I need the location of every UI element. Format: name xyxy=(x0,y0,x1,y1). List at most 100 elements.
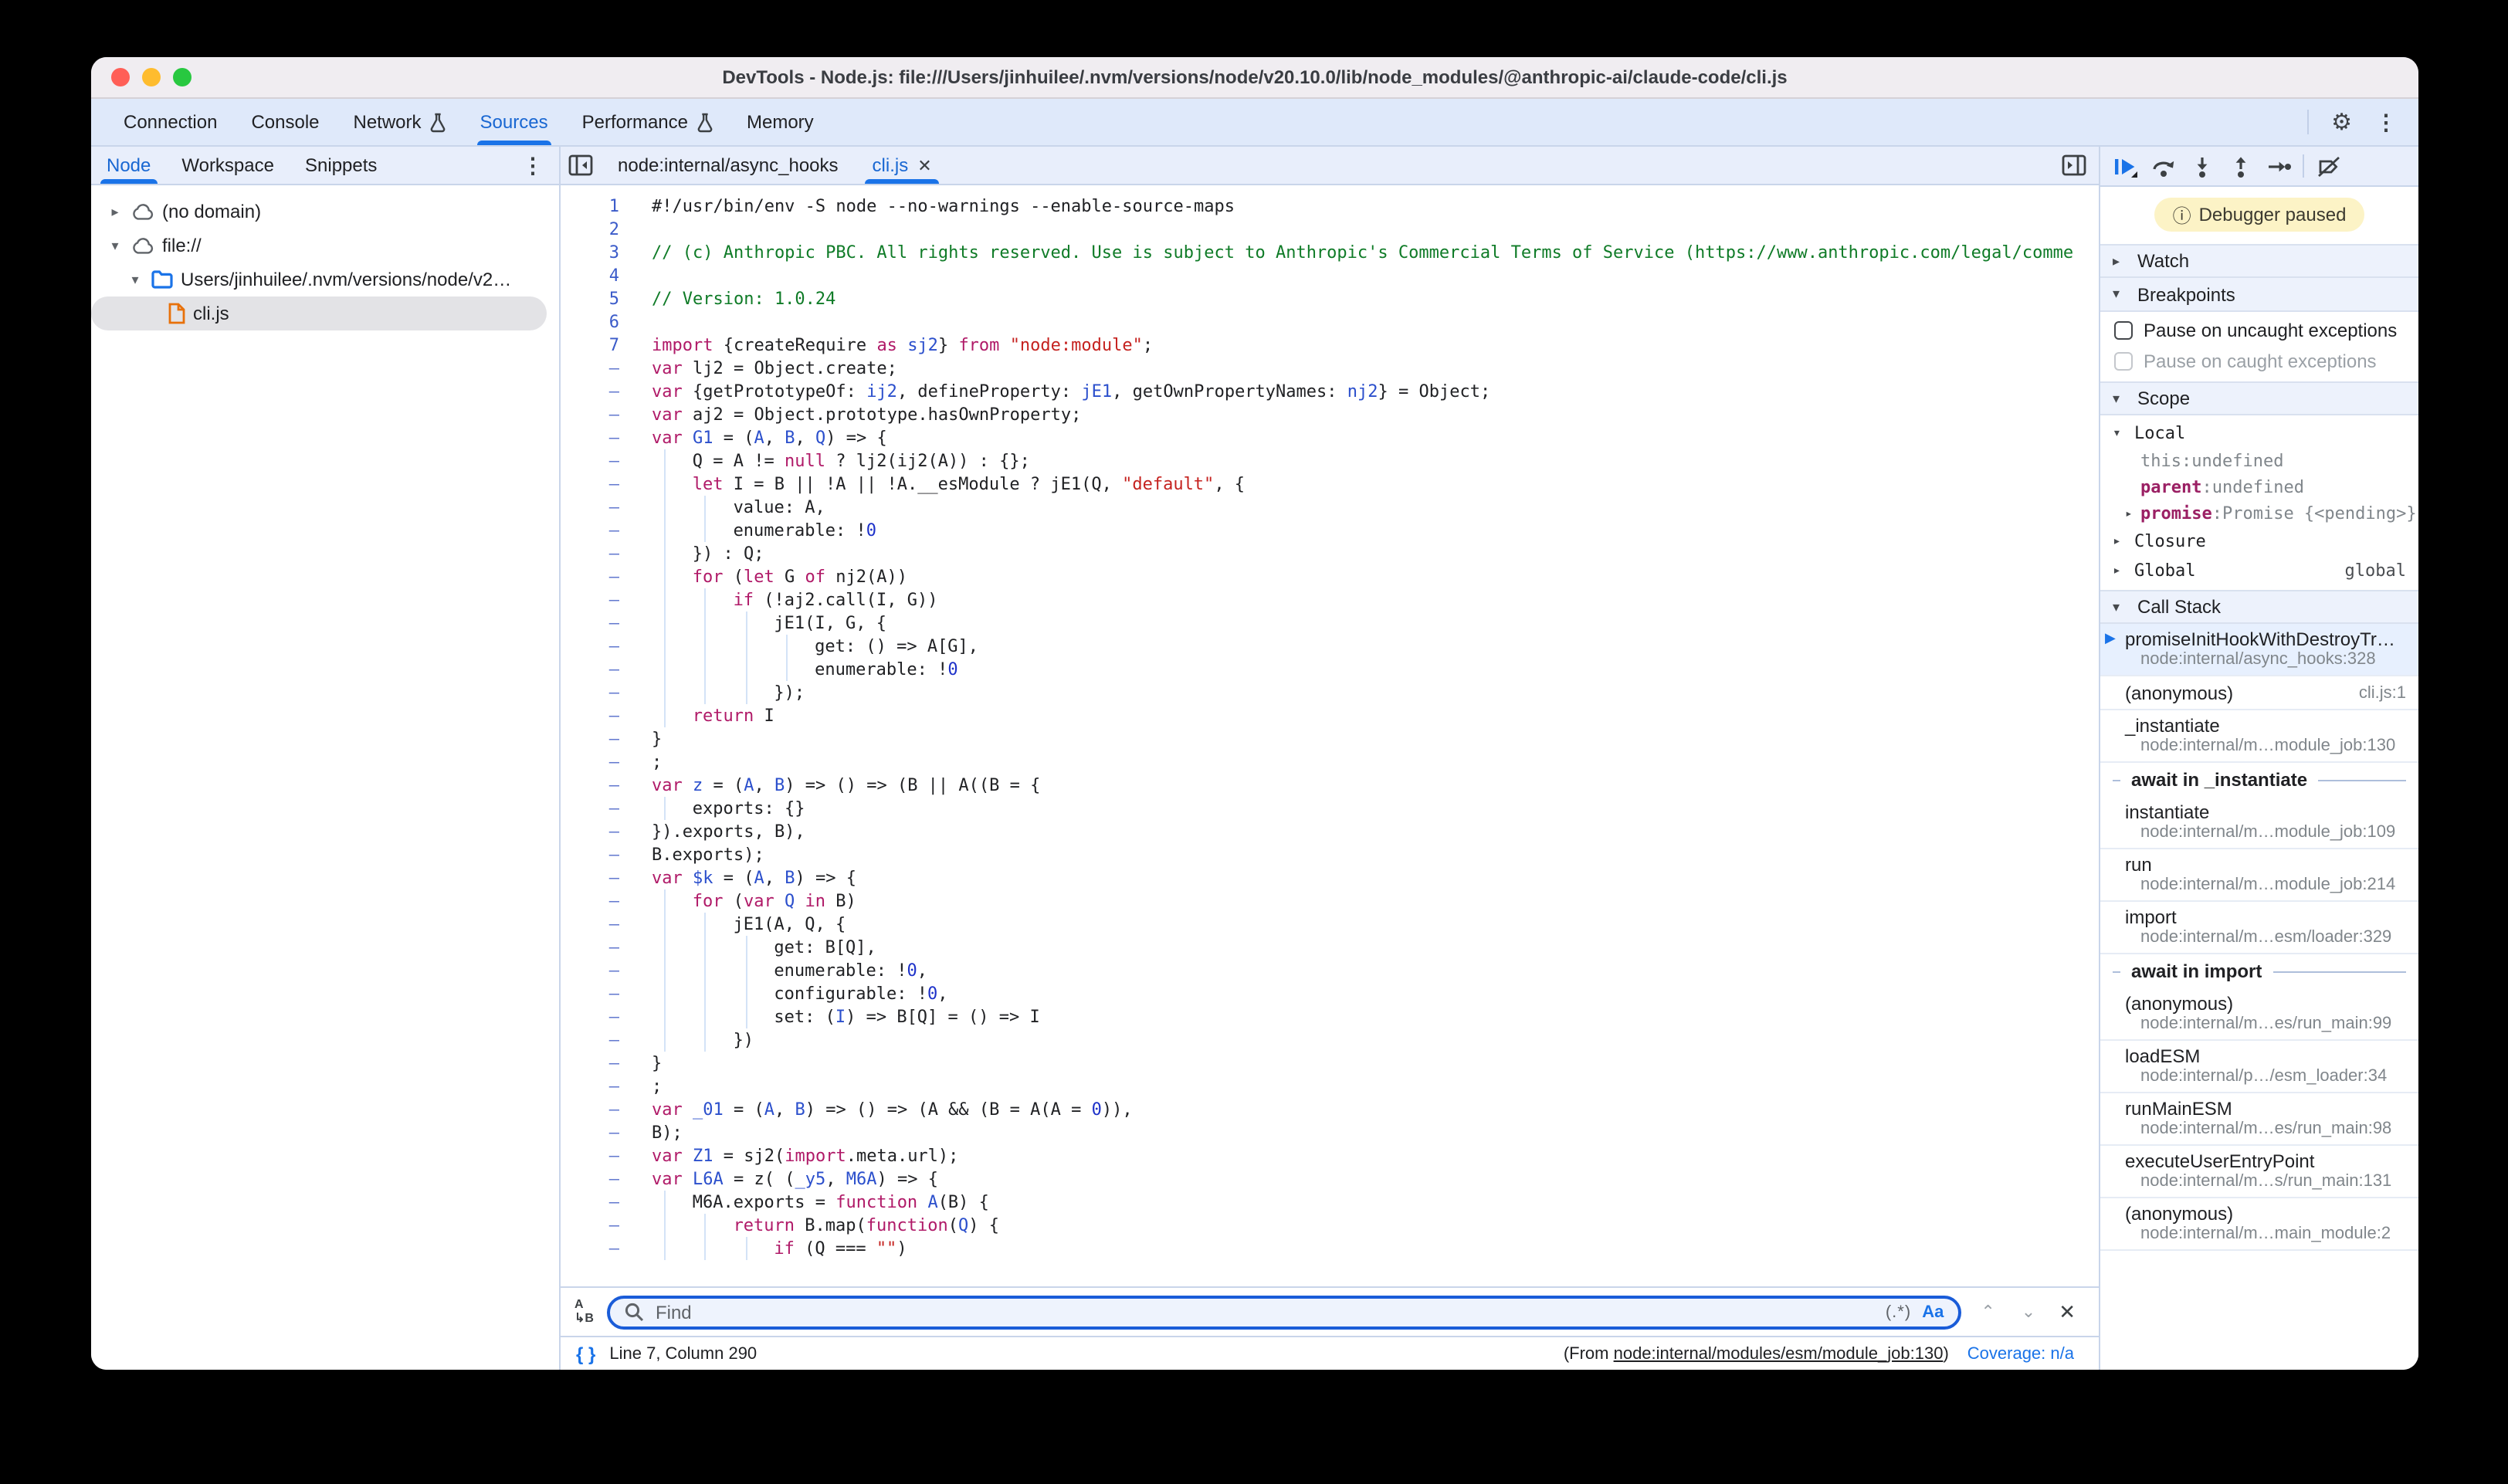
line-number[interactable]: – xyxy=(561,843,619,866)
line-number[interactable]: – xyxy=(561,565,619,588)
section-breakpoints[interactable]: ▾ Breakpoints xyxy=(2100,278,2418,312)
line-number[interactable]: – xyxy=(561,403,619,426)
chevron-right-icon[interactable]: ▸ xyxy=(107,203,124,220)
line-number[interactable]: 6 xyxy=(561,310,619,334)
coverage-link[interactable]: Coverage: n/a xyxy=(1967,1344,2074,1363)
line-number[interactable]: – xyxy=(561,1028,619,1052)
sidebar-tab-node[interactable]: Node xyxy=(91,147,166,184)
call-stack-frame[interactable]: _instantiatenode:internal/m…module_job:1… xyxy=(2100,710,2418,763)
section-watch[interactable]: ▸ Watch xyxy=(2100,244,2418,278)
find-previous-button[interactable]: ⌃ xyxy=(1974,1302,2001,1322)
call-stack-frame[interactable]: ▶promiseInitHookWithDestroyTr…node:inter… xyxy=(2100,624,2418,676)
line-number[interactable]: – xyxy=(561,612,619,635)
line-number[interactable]: – xyxy=(561,1214,619,1237)
collapse-sidebar-icon[interactable] xyxy=(561,154,601,176)
call-stack-frame[interactable]: executeUserEntryPointnode:internal/m…s/r… xyxy=(2100,1146,2418,1198)
pretty-print-toggle[interactable]: { } xyxy=(576,1343,595,1364)
tree-item--no-domain-[interactable]: ▸(no domain) xyxy=(91,195,559,229)
call-stack-frame[interactable]: loadESMnode:internal/p…/esm_loader:34 xyxy=(2100,1041,2418,1093)
chevron-down-icon[interactable]: ▾ xyxy=(107,237,124,254)
line-number[interactable]: – xyxy=(561,820,619,843)
line-number[interactable]: – xyxy=(561,1098,619,1121)
zoom-window-button[interactable] xyxy=(173,68,191,86)
chevron-right-icon[interactable]: ▸ xyxy=(2125,507,2140,520)
line-number[interactable]: 4 xyxy=(561,264,619,287)
line-number[interactable]: – xyxy=(561,542,619,565)
line-number[interactable]: – xyxy=(561,774,619,797)
line-number[interactable]: – xyxy=(561,1075,619,1098)
tab-console[interactable]: Console xyxy=(234,99,336,145)
line-number[interactable]: – xyxy=(561,750,619,774)
line-number[interactable]: 1 xyxy=(561,195,619,218)
line-number[interactable]: – xyxy=(561,704,619,727)
tab-performance[interactable]: Performance xyxy=(565,99,730,145)
close-tab-icon[interactable]: ✕ xyxy=(917,155,931,175)
sidebar-tab-workspace[interactable]: Workspace xyxy=(166,147,290,184)
line-number[interactable]: – xyxy=(561,1005,619,1028)
line-number[interactable]: 5 xyxy=(561,287,619,310)
tab-memory[interactable]: Memory xyxy=(730,99,831,145)
match-case-toggle-button[interactable]: Aa xyxy=(1922,1303,1944,1321)
step-into-button[interactable] xyxy=(2182,147,2221,185)
call-stack-frame[interactable]: (anonymous)cli.js:1 xyxy=(2100,676,2418,710)
line-number[interactable]: 2 xyxy=(561,218,619,241)
section-call-stack[interactable]: ▾ Call Stack xyxy=(2100,590,2418,624)
minimize-window-button[interactable] xyxy=(142,68,161,86)
line-number[interactable]: – xyxy=(561,380,619,403)
line-number[interactable]: – xyxy=(561,727,619,750)
line-number[interactable]: – xyxy=(561,426,619,449)
call-stack-frame[interactable]: runnode:internal/m…module_job:214 xyxy=(2100,849,2418,902)
tree-item-cli-js[interactable]: cli.js xyxy=(91,296,547,330)
line-number[interactable]: – xyxy=(561,959,619,982)
line-number[interactable]: – xyxy=(561,1144,619,1167)
checkbox[interactable] xyxy=(2114,321,2133,340)
line-number[interactable]: 7 xyxy=(561,334,619,357)
line-number[interactable]: – xyxy=(561,797,619,820)
tab-sources[interactable]: Sources xyxy=(463,99,565,145)
tree-item-users-jinhuilee-nvm-versions-node-v2-[interactable]: ▾Users/jinhuilee/.nvm/versions/node/v2… xyxy=(91,263,559,296)
line-number[interactable]: – xyxy=(561,635,619,658)
call-stack-frame[interactable]: (anonymous)node:internal/m…main_module:2 xyxy=(2100,1198,2418,1251)
scope-group-global[interactable]: ▸Globalglobal xyxy=(2100,556,2418,585)
line-number[interactable]: – xyxy=(561,1237,619,1260)
line-number[interactable]: – xyxy=(561,1052,619,1075)
line-number[interactable]: – xyxy=(561,1167,619,1191)
editor-tab-cli-js[interactable]: cli.js✕ xyxy=(856,147,949,184)
tree-item-file-[interactable]: ▾file:// xyxy=(91,229,559,263)
line-number[interactable]: – xyxy=(561,1191,619,1214)
resume-button[interactable] xyxy=(2105,147,2144,185)
line-number[interactable]: – xyxy=(561,449,619,473)
navigator-kebab-icon[interactable]: ⋮ xyxy=(522,154,559,176)
line-number[interactable]: – xyxy=(561,866,619,889)
line-number[interactable]: – xyxy=(561,588,619,612)
deactivate-breakpoints-button[interactable] xyxy=(2309,147,2347,185)
regex-toggle-button[interactable]: (.*) xyxy=(1886,1303,1911,1321)
toggle-debugger-sidebar-icon[interactable] xyxy=(2062,154,2099,176)
line-number[interactable]: – xyxy=(561,357,619,380)
close-find-bar-button[interactable]: ✕ xyxy=(2056,1299,2085,1324)
replace-toggle-icon[interactable]: A↳B xyxy=(574,1299,594,1325)
line-number[interactable]: – xyxy=(561,936,619,959)
more-options-kebab-icon[interactable]: ⋮ xyxy=(2375,111,2397,133)
line-number[interactable]: – xyxy=(561,1121,619,1144)
find-next-button[interactable]: ⌄ xyxy=(2015,1302,2042,1322)
code-editor[interactable]: 1234567–––––––––––––––––––––––––––––––––… xyxy=(561,185,2099,1286)
scope-property-promise[interactable]: ▸promise: Promise {<pending>} xyxy=(2100,500,2418,527)
line-number[interactable]: – xyxy=(561,913,619,936)
editor-tab-node-internal-async-hooks[interactable]: node:internal/async_hooks xyxy=(601,147,856,184)
close-window-button[interactable] xyxy=(111,68,130,86)
step-button[interactable] xyxy=(2259,147,2298,185)
line-number[interactable]: – xyxy=(561,473,619,496)
line-number[interactable]: – xyxy=(561,889,619,913)
call-stack-frame[interactable]: runMainESMnode:internal/m…es/run_main:98 xyxy=(2100,1093,2418,1146)
line-number[interactable]: – xyxy=(561,519,619,542)
line-number[interactable]: – xyxy=(561,982,619,1005)
call-stack-frame[interactable]: instantiatenode:internal/m…module_job:10… xyxy=(2100,797,2418,849)
line-number[interactable]: – xyxy=(561,658,619,681)
source-map-link[interactable]: node:internal/modules/esm/module_job:130 xyxy=(1614,1344,1944,1363)
scope-group-local[interactable]: ▾Local xyxy=(2100,418,2418,448)
line-number[interactable]: 3 xyxy=(561,241,619,264)
chevron-down-icon[interactable]: ▾ xyxy=(127,271,144,288)
sidebar-tab-snippets[interactable]: Snippets xyxy=(290,147,392,184)
tab-connection[interactable]: Connection xyxy=(107,99,234,145)
